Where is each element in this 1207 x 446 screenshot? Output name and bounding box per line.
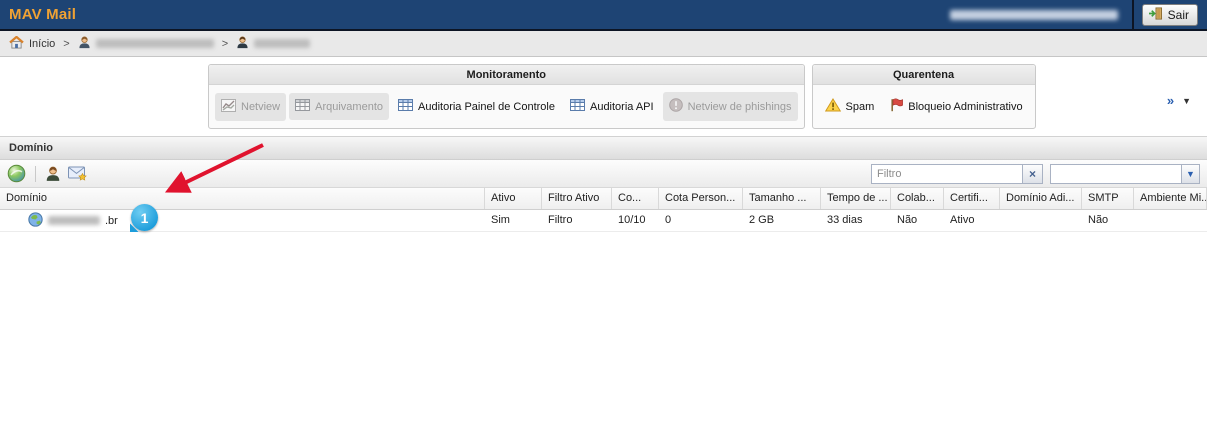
group-quarentena-body: Spam Bloqueio Administrativo	[813, 85, 1035, 128]
mav-mail-admin-page: MAV Mail Sair Início >	[0, 0, 1207, 446]
breadcrumb-reseller[interactable]	[78, 36, 214, 52]
auditoria-api-label: Auditoria API	[590, 101, 654, 113]
domain-suffix: .br	[105, 215, 118, 227]
filter-clear-button[interactable]: ×	[1022, 164, 1043, 184]
cell-smtp: Não	[1082, 210, 1134, 231]
chevron-down-icon: ▼	[1182, 96, 1191, 106]
filter-group: ×	[871, 164, 1043, 184]
domain-cell: .br	[0, 210, 485, 231]
ribbon-expander[interactable]: » ▼	[1167, 93, 1191, 108]
warning-triangle-icon	[825, 98, 841, 115]
combo-input[interactable]	[1050, 164, 1182, 184]
cell-co: 10/10	[612, 210, 659, 231]
person-icon	[78, 36, 91, 52]
logout-button[interactable]: Sair	[1142, 4, 1198, 26]
mail-star-icon[interactable]	[68, 166, 88, 182]
top-bar: MAV Mail Sair	[0, 0, 1207, 31]
breadcrumb: Início > >	[0, 31, 1207, 57]
home-icon	[9, 36, 24, 52]
table-icon	[398, 99, 413, 114]
column-header-dominio-adi[interactable]: Domínio Adi...	[1000, 188, 1082, 209]
top-bar-right: Sair	[950, 0, 1198, 30]
annotation-step-number: 1	[141, 210, 149, 226]
cell-tempo-de: 33 dias	[821, 210, 891, 231]
toolbar-right: × ▼	[871, 164, 1200, 184]
column-header-cota-person[interactable]: Cota Person...	[659, 188, 743, 209]
domain-combo: ▼	[1050, 164, 1200, 184]
bloqueio-administrativo-label: Bloqueio Administrativo	[908, 101, 1022, 113]
table-icon	[295, 99, 310, 114]
flag-icon	[889, 98, 903, 115]
toolbar-separator	[35, 166, 36, 182]
alert-circle-icon	[669, 98, 683, 115]
user-email-redacted	[950, 10, 1118, 20]
netview-phishings-button: Netview de phishings	[663, 92, 798, 121]
breadcrumb-separator: >	[63, 38, 69, 50]
column-header-co[interactable]: Co...	[612, 188, 659, 209]
column-header-tempo-de[interactable]: Tempo de ...	[821, 188, 891, 209]
domain-table-row[interactable]: .br Sim Filtro 10/10 0 2 GB 33 dias Não …	[0, 210, 1207, 232]
filter-input[interactable]	[871, 164, 1023, 184]
spam-label: Spam	[846, 101, 875, 113]
arquivamento-label: Arquivamento	[315, 101, 383, 113]
bloqueio-administrativo-button[interactable]: Bloqueio Administrativo	[883, 92, 1028, 121]
app-title: MAV Mail	[9, 6, 76, 23]
arquivamento-button: Arquivamento	[289, 93, 389, 120]
cell-tamanho: 2 GB	[743, 210, 821, 231]
user-icon[interactable]	[45, 166, 61, 182]
breadcrumb-separator: >	[222, 38, 228, 50]
breadcrumb-client-redacted	[254, 39, 310, 48]
cell-dominio-adi	[1000, 210, 1082, 231]
column-header-colab[interactable]: Colab...	[891, 188, 944, 209]
netview-label: Netview	[241, 101, 280, 113]
grid-header-row: Domínio Ativo Filtro Ativo Co... Cota Pe…	[0, 188, 1207, 210]
column-header-dominio[interactable]: Domínio	[0, 188, 485, 209]
group-monitoramento-title: Monitoramento	[209, 65, 804, 85]
column-header-ambiente-mi[interactable]: Ambiente Mi...	[1134, 188, 1207, 209]
breadcrumb-reseller-redacted	[96, 39, 214, 48]
cell-certifi: Ativo	[944, 210, 1000, 231]
domain-toolbar: × ▼	[0, 160, 1207, 188]
column-header-smtp[interactable]: SMTP	[1082, 188, 1134, 209]
ribbon: Monitoramento Netview	[0, 57, 1207, 137]
person-icon	[236, 36, 249, 52]
breadcrumb-home-label: Início	[29, 38, 55, 50]
panel-title: Domínio	[9, 142, 53, 154]
top-bar-divider	[1132, 0, 1134, 30]
combo-chevron-button[interactable]: ▼	[1181, 164, 1200, 184]
auditoria-api-button[interactable]: Auditoria API	[564, 93, 660, 120]
domain-name-redacted	[48, 216, 100, 225]
group-monitoramento: Monitoramento Netview	[208, 64, 805, 129]
spam-button[interactable]: Spam	[819, 92, 881, 121]
netview-button: Netview	[215, 93, 286, 121]
column-header-ativo[interactable]: Ativo	[485, 188, 542, 209]
group-monitoramento-body: Netview Arquivamento	[209, 85, 804, 128]
cell-filtro-ativo: Filtro	[542, 210, 612, 231]
column-header-certifi[interactable]: Certifi...	[944, 188, 1000, 209]
breadcrumb-home[interactable]: Início	[9, 36, 55, 52]
logout-door-icon	[1148, 7, 1163, 23]
double-chevron-icon: »	[1167, 93, 1174, 108]
column-header-filtro-ativo[interactable]: Filtro Ativo	[542, 188, 612, 209]
line-chart-icon	[221, 99, 236, 115]
netview-phishings-label: Netview de phishings	[688, 101, 792, 113]
logout-label: Sair	[1168, 8, 1189, 22]
annotation-step-badge: 1	[131, 204, 158, 231]
cell-cota-person: 0	[659, 210, 743, 231]
add-domain-globe-icon[interactable]	[7, 164, 26, 183]
cell-ambiente-mi	[1134, 210, 1207, 231]
cell-ativo: Sim	[485, 210, 542, 231]
breadcrumb-client[interactable]	[236, 36, 310, 52]
group-quarentena: Quarentena Spam Bloqueio Administrati	[812, 64, 1036, 129]
column-header-tamanho[interactable]: Tamanho ...	[743, 188, 821, 209]
table-icon	[570, 99, 585, 114]
globe-icon	[28, 212, 43, 230]
grid-empty-area	[0, 232, 1207, 444]
panel-title-bar: Domínio	[0, 137, 1207, 160]
auditoria-painel-label: Auditoria Painel de Controle	[418, 101, 555, 113]
group-quarentena-title: Quarentena	[813, 65, 1035, 85]
cell-colab: Não	[891, 210, 944, 231]
auditoria-painel-button[interactable]: Auditoria Painel de Controle	[392, 93, 561, 120]
